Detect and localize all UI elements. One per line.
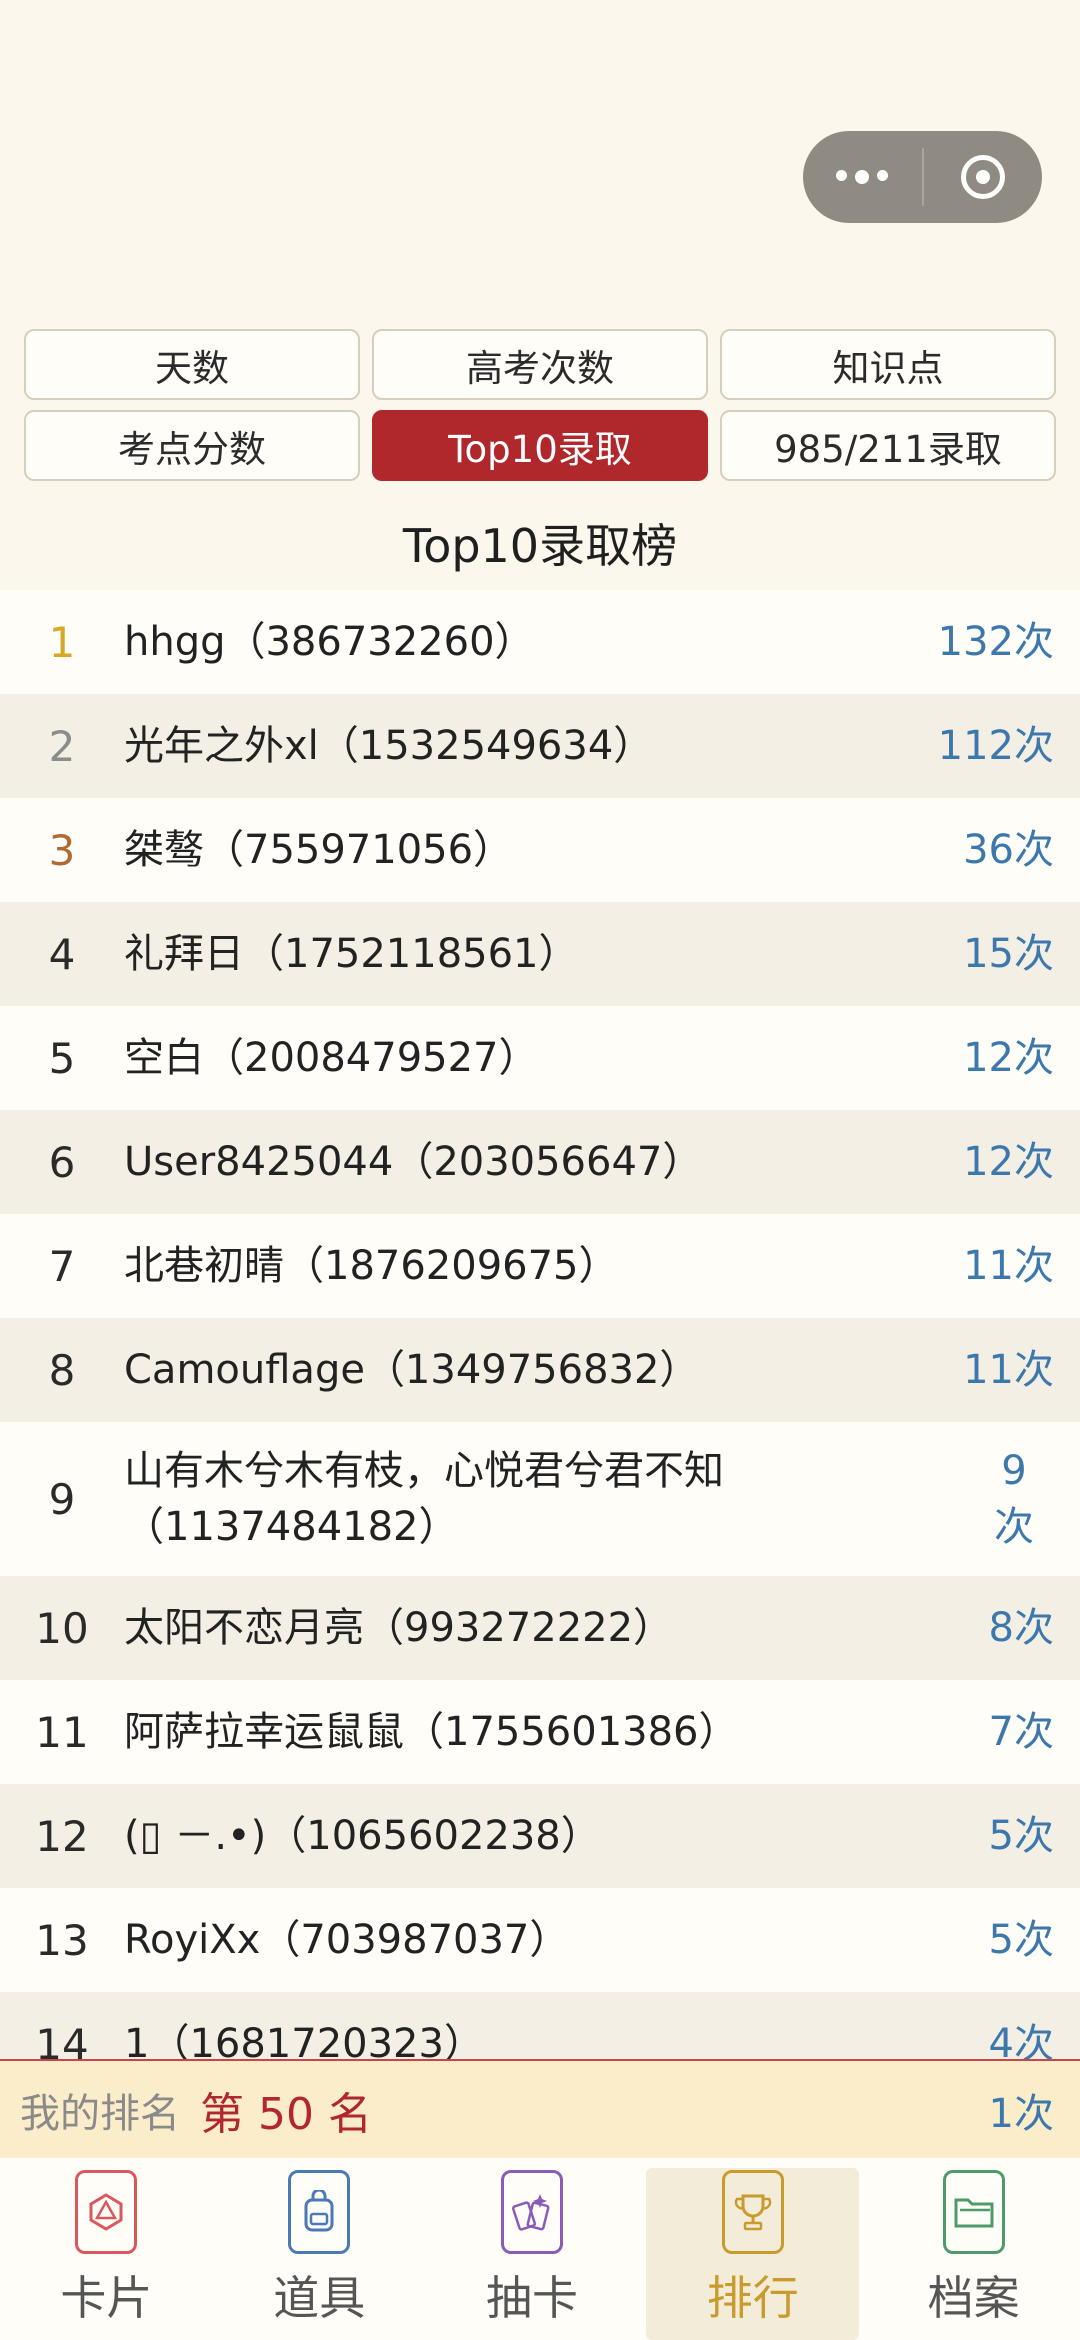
tab-days[interactable]: 天数 <box>24 329 360 400</box>
player-name: User8425044（203056647） <box>124 1139 703 1185</box>
tab-exam-score[interactable]: 考点分数 <box>24 410 360 481</box>
admission-count: 4次 <box>988 2021 1054 2060</box>
nav-label: 道具 <box>273 2271 366 2325</box>
admission-count: 15次 <box>963 931 1054 977</box>
nav-label: 排行 <box>706 2271 799 2325</box>
close-mini-program-button[interactable] <box>924 131 1043 223</box>
admission-count: 132次 <box>937 619 1054 665</box>
ranking-row: 13 RoyiXx（703987037） 5次 <box>0 1888 1080 1992</box>
my-rank-bar: 我的排名 第 50 名 1次 <box>0 2059 1080 2158</box>
ranking-row: 4 礼拜日（1752118561） 15次 <box>0 902 1080 1006</box>
rank-number: 7 <box>48 1241 76 1291</box>
rank-number: 9 <box>48 1474 76 1524</box>
admission-count: 36次 <box>963 827 1054 873</box>
dice-card-icon <box>75 2170 138 2254</box>
ranking-row: 5 空白（2008479527） 12次 <box>0 1006 1080 1110</box>
nav-item-items[interactable]: 道具 <box>213 2158 426 2340</box>
list-title: Top10录取榜 <box>402 519 678 573</box>
nav-label: 卡片 <box>60 2271 153 2325</box>
more-button[interactable] <box>803 131 922 223</box>
ranking-row: 7 北巷初晴（1876209675） 11次 <box>0 1214 1080 1318</box>
rank-number: 14 <box>35 2019 89 2061</box>
nav-item-archive[interactable]: 档案 <box>867 2158 1080 2340</box>
bottom-nav: 卡片 道具 抽卡 排行 档案 <box>0 2158 1080 2340</box>
player-name: 光年之外xl（1532549634） <box>124 723 654 769</box>
tab-985-211-admission[interactable]: 985/211录取 <box>720 410 1056 481</box>
ranking-row: 1 hhgg（386732260） 132次 <box>0 590 1080 694</box>
player-name: Camouflage（1349756832） <box>124 1347 700 1393</box>
rank-number: 13 <box>35 1915 89 1965</box>
nav-label: 抽卡 <box>485 2271 578 2325</box>
player-name: 北巷初晴（1876209675） <box>124 1243 619 1289</box>
ranking-row: 12 (▯ －.•)（1065602238） 5次 <box>0 1784 1080 1888</box>
rank-number: 3 <box>48 825 76 875</box>
admission-count: 112次 <box>937 723 1054 769</box>
rank-number: 12 <box>35 1811 89 1861</box>
my-rank-count: 1次 <box>988 2090 1054 2137</box>
player-name: hhgg（386732260） <box>124 619 535 665</box>
ranking-row: 2 光年之外xl（1532549634） 112次 <box>0 694 1080 798</box>
admission-count: 12次 <box>963 1139 1054 1185</box>
tab-exam-count[interactable]: 高考次数 <box>372 329 708 400</box>
ranking-row: 8 Camouflage（1349756832） 11次 <box>0 1318 1080 1422</box>
admission-count: 5次 <box>988 1813 1054 1859</box>
ranking-row: 6 User8425044（203056647） 12次 <box>0 1110 1080 1214</box>
tab-top10-admission[interactable]: Top10录取 <box>372 410 708 481</box>
ranking-row: 14 1（1681720323） 4次 <box>0 1992 1080 2060</box>
backpack-icon <box>288 2170 351 2254</box>
player-name: 礼拜日（1752118561） <box>124 931 579 977</box>
category-tabs: 天数 高考次数 知识点 考点分数 Top10录取 985/211录取 <box>24 329 1056 481</box>
admission-count: 12次 <box>963 1035 1054 1081</box>
ranking-row: 11 阿萨拉幸运鼠鼠（1755601386） 7次 <box>0 1680 1080 1784</box>
rank-number: 1 <box>48 617 76 667</box>
target-icon <box>960 155 1005 199</box>
admission-count: 8次 <box>988 1605 1054 1651</box>
player-name: RoyiXx（703987037） <box>124 1917 570 1963</box>
player-name: 山有木兮木有枝，心悦君兮君不知（1137484182） <box>124 1448 724 1550</box>
ranking-row: 9 山有木兮木有枝，心悦君兮君不知（1137484182） 9次 <box>0 1422 1080 1576</box>
rank-number: 11 <box>35 1707 89 1757</box>
admission-count: 11次 <box>963 1243 1054 1289</box>
player-name: 1（1681720323） <box>124 2021 484 2060</box>
rank-number: 4 <box>48 929 76 979</box>
player-name: 太阳不恋月亮（993272222） <box>124 1605 674 1651</box>
nav-label: 档案 <box>927 2271 1020 2325</box>
nav-item-draw[interactable]: 抽卡 <box>426 2158 639 2340</box>
admission-count: 11次 <box>963 1347 1054 1393</box>
rank-number: 6 <box>48 1137 76 1187</box>
nav-item-cards[interactable]: 卡片 <box>0 2158 213 2340</box>
mini-program-capsule <box>803 131 1042 223</box>
more-dots-icon <box>836 170 889 184</box>
rank-number: 8 <box>48 1345 76 1395</box>
my-rank-label: 我的排名 <box>20 2090 180 2137</box>
my-rank-position: 第 50 名 <box>200 2088 372 2140</box>
player-name: 阿萨拉幸运鼠鼠（1755601386） <box>124 1709 739 1755</box>
player-name: (▯ －.•)（1065602238） <box>124 1813 601 1859</box>
trophy-icon <box>721 2170 784 2254</box>
ranking-list[interactable]: 1 hhgg（386732260） 132次 2 光年之外xl（15325496… <box>0 590 1080 2060</box>
ranking-row: 10 太阳不恋月亮（993272222） 8次 <box>0 1576 1080 1680</box>
cards-draw-icon <box>500 2170 563 2254</box>
player-name: 桀骜（755971056） <box>124 827 514 873</box>
tab-knowledge-points[interactable]: 知识点 <box>720 329 1056 400</box>
admission-count: 7次 <box>988 1709 1054 1755</box>
admission-count: 9次 <box>994 1448 1034 1550</box>
admission-count: 5次 <box>988 1917 1054 1963</box>
rank-number: 2 <box>48 721 76 771</box>
nav-item-ranking[interactable]: 排行 <box>646 2168 860 2340</box>
folder-icon <box>942 2170 1005 2254</box>
player-name: 空白（2008479527） <box>124 1035 539 1081</box>
ranking-row: 3 桀骜（755971056） 36次 <box>0 798 1080 902</box>
rank-number: 5 <box>48 1033 76 1083</box>
rank-number: 10 <box>35 1603 89 1653</box>
